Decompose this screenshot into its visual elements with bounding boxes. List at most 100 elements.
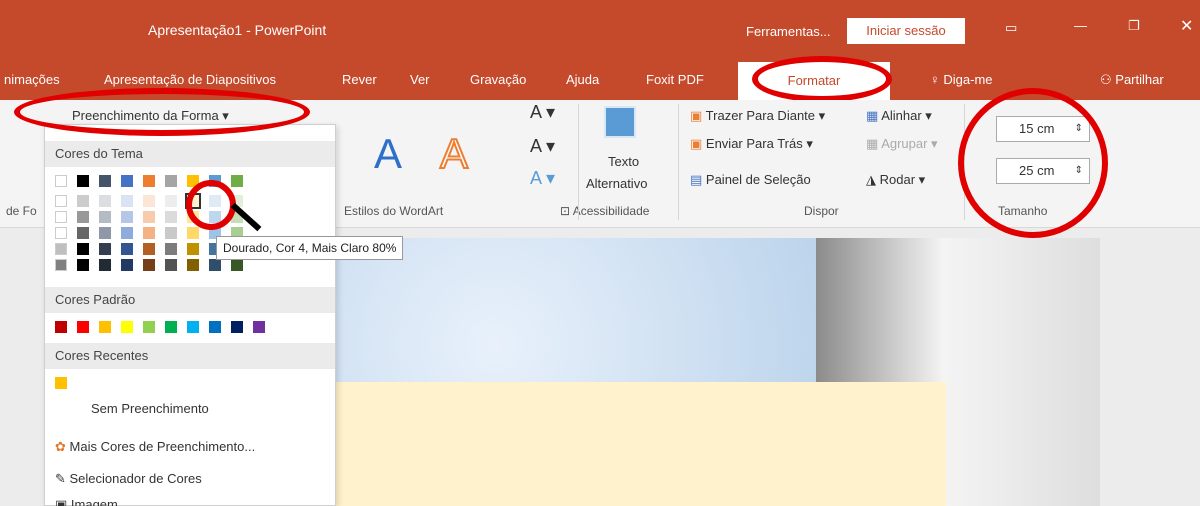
ribbon-display-icon[interactable]: ▭	[1005, 20, 1017, 36]
tab-apresentacao[interactable]: Apresentação de Diapositivos	[104, 72, 276, 87]
theme-colors-heading: Cores do Tema	[45, 141, 335, 167]
tab-ajuda[interactable]: Ajuda	[566, 72, 599, 87]
theme-color-swatch[interactable]	[121, 195, 133, 207]
picture-item[interactable]: ▣ Imagem...	[55, 497, 129, 506]
minimize-icon[interactable]: —	[1074, 18, 1087, 33]
standard-color-swatch[interactable]	[231, 321, 243, 333]
theme-color-swatch[interactable]	[77, 243, 89, 255]
theme-color-swatch[interactable]	[121, 227, 133, 239]
theme-color-swatch[interactable]	[143, 227, 155, 239]
theme-color-swatch[interactable]	[187, 259, 199, 271]
alt-text-icon[interactable]	[604, 106, 636, 138]
tab-ver[interactable]: Ver	[410, 72, 430, 87]
theme-color-swatch[interactable]	[143, 211, 155, 223]
tab-animacoes[interactable]: nimações	[4, 72, 60, 87]
dialog-launcher-icon[interactable]: ⊡	[560, 204, 573, 218]
theme-color-swatch[interactable]	[143, 175, 155, 187]
theme-color-swatch[interactable]	[187, 227, 199, 239]
theme-color-swatch[interactable]	[77, 227, 89, 239]
tab-gravacao[interactable]: Gravação	[470, 72, 526, 87]
theme-color-swatch[interactable]	[99, 175, 111, 187]
text-effects-icon[interactable]: A ▾	[530, 168, 555, 189]
ribbon-separator	[578, 104, 579, 220]
eyedropper-item[interactable]: ✎ Selecionador de Cores	[55, 471, 202, 487]
theme-color-swatch[interactable]	[209, 259, 221, 271]
theme-color-swatch[interactable]	[165, 195, 177, 207]
theme-color-swatch[interactable]	[143, 259, 155, 271]
theme-color-swatch[interactable]	[55, 175, 67, 187]
theme-color-swatch[interactable]	[99, 259, 111, 271]
alt-text-line2[interactable]: Alternativo	[586, 176, 647, 191]
bring-forward-button[interactable]: ▣ Trazer Para Diante ▾	[690, 108, 825, 124]
theme-color-swatch[interactable]	[143, 195, 155, 207]
no-fill-item[interactable]: Sem Preenchimento	[91, 401, 209, 416]
theme-color-swatch[interactable]	[55, 243, 67, 255]
maximize-icon[interactable]: ❐	[1128, 18, 1140, 34]
rotate-button[interactable]: ◮ Rodar ▾	[866, 172, 925, 188]
theme-color-swatch[interactable]	[231, 175, 243, 187]
theme-color-swatch[interactable]	[187, 243, 199, 255]
more-colors-item[interactable]: ✿ Mais Cores de Preenchimento...	[55, 439, 255, 455]
theme-color-swatch[interactable]	[77, 175, 89, 187]
theme-color-swatch[interactable]	[231, 259, 243, 271]
highlight-circle-format-tab	[752, 56, 892, 102]
signin-button[interactable]: Iniciar sessão	[847, 18, 965, 44]
wordart-style-orange[interactable]: A	[439, 129, 469, 178]
theme-color-swatch[interactable]	[77, 259, 89, 271]
theme-color-swatch[interactable]	[99, 211, 111, 223]
theme-color-swatch[interactable]	[99, 195, 111, 207]
close-icon[interactable]: ✕	[1180, 16, 1193, 36]
standard-color-swatch[interactable]	[99, 321, 111, 333]
bring-forward-icon: ▣	[690, 108, 706, 123]
theme-color-swatch[interactable]	[55, 195, 67, 207]
more-colors-label: Mais Cores de Preenchimento...	[69, 439, 256, 454]
highlight-circle-shape-fill	[14, 88, 310, 136]
align-button[interactable]: ▦ Alinhar ▾	[866, 108, 932, 124]
theme-color-swatch[interactable]	[55, 259, 67, 271]
ribbon-separator	[678, 104, 679, 220]
shape-fill-dropdown: Cores do Tema Cores Padrão Cores Recente…	[44, 124, 336, 506]
standard-color-swatch[interactable]	[55, 321, 67, 333]
theme-color-swatch[interactable]	[99, 243, 111, 255]
standard-color-swatch[interactable]	[209, 321, 221, 333]
theme-color-swatch[interactable]	[77, 195, 89, 207]
tab-rever[interactable]: Rever	[342, 72, 377, 87]
selection-pane-button[interactable]: ▤ Painel de Seleção	[690, 172, 811, 188]
text-fill-icon[interactable]: A ▾	[530, 102, 555, 123]
selected-shape[interactable]	[322, 382, 946, 506]
theme-color-swatch[interactable]	[121, 211, 133, 223]
alt-text-line1[interactable]: Texto	[608, 154, 639, 169]
theme-color-swatch[interactable]	[121, 243, 133, 255]
eyedropper-label: Selecionador de Cores	[69, 471, 202, 486]
send-backward-button[interactable]: ▣ Enviar Para Trás ▾	[690, 136, 813, 152]
theme-color-swatch[interactable]	[55, 211, 67, 223]
group-label-wordart: Estilos do WordArt	[344, 204, 444, 218]
theme-color-swatch[interactable]	[55, 227, 67, 239]
theme-color-swatch[interactable]	[143, 243, 155, 255]
standard-color-swatch[interactable]	[143, 321, 155, 333]
tab-foxit[interactable]: Foxit PDF	[646, 72, 704, 87]
theme-color-swatch[interactable]	[165, 243, 177, 255]
theme-color-swatch[interactable]	[165, 175, 177, 187]
align-icon: ▦	[866, 108, 882, 123]
tools-label[interactable]: Ferramentas...	[746, 24, 831, 39]
standard-color-swatch[interactable]	[253, 321, 265, 333]
theme-color-swatch[interactable]	[165, 211, 177, 223]
text-outline-icon[interactable]: A ▾	[530, 136, 555, 157]
theme-color-swatch[interactable]	[165, 259, 177, 271]
theme-color-swatch[interactable]	[77, 211, 89, 223]
standard-color-swatch[interactable]	[77, 321, 89, 333]
standard-color-swatch[interactable]	[187, 321, 199, 333]
standard-color-swatch[interactable]	[165, 321, 177, 333]
tell-me[interactable]: ♀ Diga-me	[930, 72, 993, 87]
share-button[interactable]: ⚇ Partilhar	[1100, 72, 1164, 88]
theme-color-swatch[interactable]	[99, 227, 111, 239]
theme-color-swatch[interactable]	[121, 259, 133, 271]
standard-color-swatch[interactable]	[121, 321, 133, 333]
wordart-style-blue[interactable]: A	[374, 130, 402, 178]
recent-color-swatch[interactable]	[55, 377, 67, 389]
theme-color-swatch[interactable]	[165, 227, 177, 239]
group-label-font: de Fo	[6, 204, 37, 218]
group-button[interactable]: ▦ Agrupar ▾	[866, 136, 938, 152]
theme-color-swatch[interactable]	[121, 175, 133, 187]
